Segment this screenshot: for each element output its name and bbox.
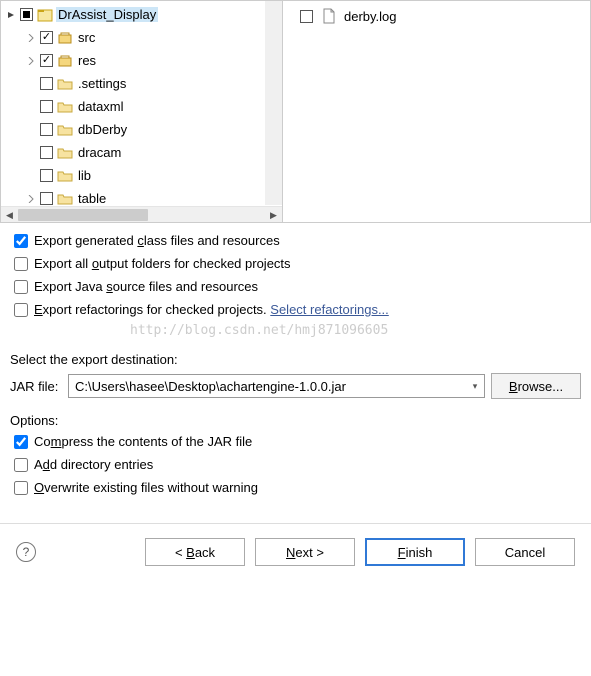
tree-row[interactable]: dbDerby — [1, 118, 282, 141]
folder-icon — [57, 99, 73, 115]
tree-row[interactable]: dataxml — [1, 95, 282, 118]
tree-label: dbDerby — [76, 122, 129, 137]
tree-label: table — [76, 191, 108, 206]
compress-row[interactable]: Compress the contents of the JAR file — [14, 430, 581, 453]
tree-row[interactable]: table — [1, 187, 282, 206]
tree-row[interactable]: src — [1, 26, 282, 49]
jar-file-label: JAR file: — [10, 379, 62, 394]
add-directory-checkbox[interactable] — [14, 458, 28, 472]
next-button[interactable]: Next > — [255, 538, 355, 566]
export-generated-row[interactable]: Export generated class files and resourc… — [14, 229, 581, 252]
scroll-left-icon[interactable]: ◀ — [1, 207, 18, 224]
export-generated-checkbox[interactable] — [14, 234, 28, 248]
folder-icon — [57, 191, 73, 207]
help-icon[interactable]: ? — [16, 542, 36, 562]
folder-icon — [57, 168, 73, 184]
chevron-down-icon[interactable]: ▾ — [466, 375, 484, 397]
tree-row[interactable]: .settings — [1, 72, 282, 95]
horizontal-scrollbar[interactable]: ◀ ▶ — [1, 206, 282, 223]
export-source-row[interactable]: Export Java source files and resources — [14, 275, 581, 298]
tree-label: dracam — [76, 145, 123, 160]
expand-toggle-icon[interactable] — [25, 55, 37, 67]
finish-button[interactable]: Finish — [365, 538, 465, 566]
checkbox-label: Add directory entries — [34, 457, 153, 472]
export-refactorings-checkbox[interactable] — [14, 303, 28, 317]
destination-label: Select the export destination: — [0, 338, 591, 373]
file-icon — [321, 8, 337, 24]
tree-checkbox[interactable] — [20, 8, 33, 21]
tree-checkbox[interactable] — [40, 100, 53, 113]
add-directory-row[interactable]: Add directory entries — [14, 453, 581, 476]
tree-checkbox[interactable] — [40, 146, 53, 159]
resource-tree-panel: DrAssist_Display src res .settings — [0, 0, 283, 223]
expand-toggle-icon[interactable] — [25, 193, 37, 205]
resource-tree[interactable]: DrAssist_Display src res .settings — [1, 1, 282, 206]
tree-root-row[interactable]: DrAssist_Display — [1, 3, 282, 26]
file-checkbox[interactable] — [300, 10, 313, 23]
checkbox-label: Export Java source files and resources — [34, 279, 258, 294]
file-label: derby.log — [344, 9, 397, 24]
checkbox-label: Export all output folders for checked pr… — [34, 256, 291, 271]
tree-checkbox[interactable] — [40, 31, 53, 44]
tree-row[interactable]: dracam — [1, 141, 282, 164]
scroll-right-icon[interactable]: ▶ — [265, 207, 282, 224]
tree-row[interactable]: res — [1, 49, 282, 72]
overwrite-row[interactable]: Overwrite existing files without warning — [14, 476, 581, 499]
tree-checkbox[interactable] — [40, 169, 53, 182]
tree-checkbox[interactable] — [40, 123, 53, 136]
tree-label: res — [76, 53, 98, 68]
back-button[interactable]: < Back — [145, 538, 245, 566]
tree-checkbox[interactable] — [40, 77, 53, 90]
tree-label: .settings — [76, 76, 128, 91]
tree-row[interactable]: lib — [1, 164, 282, 187]
export-output-row[interactable]: Export all output folders for checked pr… — [14, 252, 581, 275]
tree-label: src — [76, 30, 97, 45]
export-source-checkbox[interactable] — [14, 280, 28, 294]
checkbox-label: Export refactorings for checked projects… — [34, 302, 389, 317]
overwrite-checkbox[interactable] — [14, 481, 28, 495]
vertical-scrollbar[interactable] — [265, 1, 282, 205]
jar-file-input[interactable] — [69, 375, 466, 397]
expand-toggle-icon[interactable] — [5, 9, 17, 21]
tree-label: dataxml — [76, 99, 126, 114]
folder-icon — [57, 76, 73, 92]
tree-checkbox[interactable] — [40, 192, 53, 205]
folder-icon — [57, 145, 73, 161]
checkbox-label: Compress the contents of the JAR file — [34, 434, 252, 449]
file-row[interactable]: derby.log — [287, 5, 586, 27]
expand-toggle-icon[interactable] — [25, 32, 37, 44]
file-list-panel: derby.log — [283, 0, 591, 223]
checkbox-label: Export generated class files and resourc… — [34, 233, 280, 248]
checkbox-label: Overwrite existing files without warning — [34, 480, 258, 495]
tree-checkbox[interactable] — [40, 54, 53, 67]
folder-icon — [57, 122, 73, 138]
watermark-text: http://blog.csdn.net/hmj871096605 — [0, 323, 591, 338]
package-icon — [57, 53, 73, 69]
cancel-button[interactable]: Cancel — [475, 538, 575, 566]
export-refactorings-row[interactable]: Export refactorings for checked projects… — [14, 298, 581, 321]
select-refactorings-link[interactable]: Select refactorings... — [270, 302, 389, 317]
jar-file-combo[interactable]: ▾ — [68, 374, 485, 398]
package-icon — [57, 30, 73, 46]
project-icon — [37, 7, 53, 23]
options-heading: Options: — [0, 409, 591, 430]
export-output-checkbox[interactable] — [14, 257, 28, 271]
tree-label: DrAssist_Display — [56, 7, 158, 22]
compress-checkbox[interactable] — [14, 435, 28, 449]
tree-label: lib — [76, 168, 93, 183]
browse-button[interactable]: Browse... — [491, 373, 581, 399]
